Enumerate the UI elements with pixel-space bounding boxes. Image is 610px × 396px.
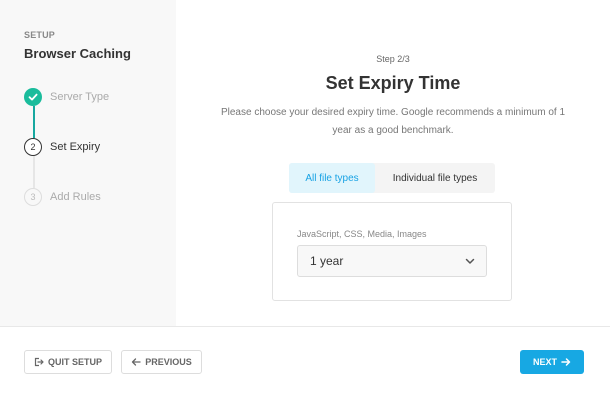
wizard-main: Step 2/3 Set Expiry Time Please choose y… — [176, 0, 610, 326]
arrow-left-icon — [132, 358, 141, 366]
field-label: JavaScript, CSS, Media, Images — [297, 229, 427, 239]
tab-all-file-types[interactable]: All file types — [289, 163, 375, 193]
sidebar-title: Browser Caching — [24, 46, 131, 61]
step-done-indicator — [24, 88, 42, 106]
step-counter: Step 2/3 — [376, 54, 410, 64]
arrow-right-icon — [561, 358, 571, 366]
previous-label: PREVIOUS — [145, 357, 192, 367]
step-add-rules: 3 Add Rules — [24, 188, 101, 206]
step-number-badge: 2 — [24, 138, 42, 156]
previous-button[interactable]: PREVIOUS — [121, 350, 202, 374]
chevron-down-icon — [465, 258, 475, 264]
step-number-badge: 3 — [24, 188, 42, 206]
step-label-server-type: Server Type — [50, 91, 110, 103]
page-title: Set Expiry Time — [325, 73, 461, 93]
footer-divider — [0, 326, 610, 327]
exit-icon — [34, 357, 44, 367]
quit-setup-label: QUIT SETUP — [47, 357, 102, 367]
step-server-type: Server Type — [24, 88, 109, 106]
step-connector-done — [33, 106, 35, 138]
tab-individual-file-types[interactable]: Individual file types — [375, 163, 495, 193]
sidebar: SETUP Browser Caching Server Type 2 Set … — [0, 0, 176, 326]
select-value: 1 year — [310, 254, 344, 268]
expiry-select[interactable]: 1 year — [297, 245, 487, 277]
next-label: NEXT — [532, 357, 557, 367]
quit-setup-button[interactable]: QUIT SETUP — [24, 350, 112, 374]
step-connector-pending — [33, 156, 35, 188]
step-label-set-expiry: Set Expiry — [50, 141, 101, 153]
file-type-tabs: All file types Individual file types — [289, 163, 495, 193]
sidebar-kicker: SETUP — [24, 30, 56, 40]
page-description: Please choose your desired expiry time. … — [220, 107, 566, 136]
check-icon — [28, 93, 38, 101]
expiry-card: JavaScript, CSS, Media, Images 1 year — [272, 202, 512, 301]
step-set-expiry: 2 Set Expiry — [24, 138, 100, 156]
step-label-add-rules: Add Rules — [50, 191, 101, 203]
next-button[interactable]: NEXT — [520, 350, 584, 374]
